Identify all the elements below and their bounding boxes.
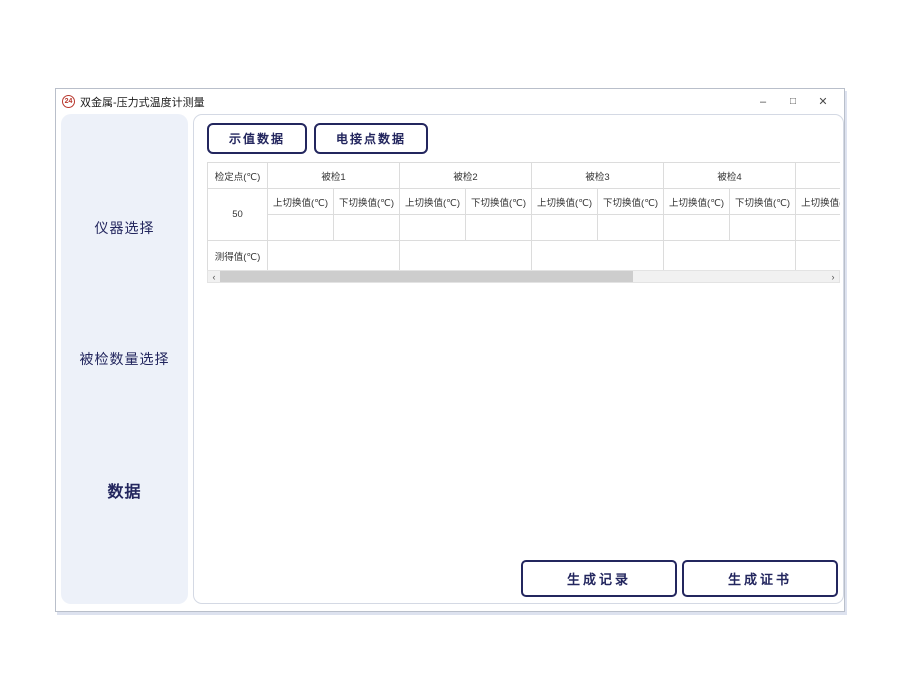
window-title: 双金属-压力式温度计测量 bbox=[80, 94, 748, 110]
row-header-measured: 测得值(℃) bbox=[208, 241, 268, 271]
measured-cell[interactable] bbox=[400, 241, 532, 271]
measured-cell[interactable] bbox=[664, 241, 796, 271]
generate-certificate-button[interactable]: 生成证书 bbox=[682, 560, 838, 597]
generate-record-button[interactable]: 生成记录 bbox=[521, 560, 677, 597]
table-row: 测得值(℃) bbox=[208, 241, 841, 271]
measured-cell[interactable] bbox=[796, 241, 840, 271]
checkpoint-value-cell: 50 bbox=[208, 189, 268, 241]
table-row: 50 上切换值(℃) 下切换值(℃) 上切换值(℃) 下切换值(℃) 上切换值(… bbox=[208, 189, 841, 215]
data-cell[interactable] bbox=[730, 215, 796, 241]
data-cell[interactable] bbox=[664, 215, 730, 241]
title-bar[interactable]: 24 双金属-压力式温度计测量 – □ ✕ bbox=[56, 89, 844, 114]
window-controls: – □ ✕ bbox=[748, 91, 838, 112]
app-icon: 24 bbox=[62, 95, 75, 108]
horizontal-scrollbar[interactable]: ‹ › bbox=[207, 270, 840, 283]
subheader-up-switch: 上切换值(℃) bbox=[796, 189, 840, 215]
subheader-up-switch: 上切换值(℃) bbox=[400, 189, 466, 215]
column-header-checkpoint: 检定点(℃) bbox=[208, 163, 268, 189]
group-header-device4: 被检4 bbox=[664, 163, 796, 189]
measured-cell[interactable] bbox=[268, 241, 400, 271]
data-cell-selected[interactable] bbox=[598, 215, 664, 241]
subheader-down-switch: 下切换值(℃) bbox=[598, 189, 664, 215]
subheader-down-switch: 下切换值(℃) bbox=[466, 189, 532, 215]
group-header-device3: 被检3 bbox=[532, 163, 664, 189]
data-cell[interactable] bbox=[400, 215, 466, 241]
minimize-icon[interactable]: – bbox=[748, 91, 778, 112]
data-cell[interactable] bbox=[532, 215, 598, 241]
sidebar-item-data[interactable]: 数据 bbox=[61, 478, 188, 502]
close-icon[interactable]: ✕ bbox=[808, 91, 838, 112]
table-row: 检定点(℃) 被检1 被检2 被检3 被检4 被检5 bbox=[208, 163, 841, 189]
data-cell[interactable] bbox=[796, 215, 840, 241]
sidebar-item-quantity-select[interactable]: 被检数量选择 bbox=[61, 349, 188, 369]
subheader-down-switch: 下切换值(℃) bbox=[730, 189, 796, 215]
measured-cell[interactable] bbox=[532, 241, 664, 271]
app-window: 24 双金属-压力式温度计测量 – □ ✕ 仪器选择 被检数量选择 数据 示值数… bbox=[55, 88, 845, 612]
main-panel: 示值数据 电接点数据 检定点(℃) 被检1 被检2 被检3 bbox=[193, 114, 844, 604]
table-row bbox=[208, 215, 841, 241]
data-table-container: 检定点(℃) 被检1 被检2 被检3 被检4 被检5 50 上切换值(℃) 下切… bbox=[207, 162, 840, 270]
maximize-icon[interactable]: □ bbox=[778, 91, 808, 112]
data-cell[interactable] bbox=[334, 215, 400, 241]
sidebar: 仪器选择 被检数量选择 数据 bbox=[61, 114, 188, 604]
action-buttons: 生成记录 生成证书 bbox=[521, 560, 838, 597]
subheader-up-switch: 上切换值(℃) bbox=[532, 189, 598, 215]
scrollbar-thumb[interactable] bbox=[220, 271, 633, 282]
subheader-up-switch: 上切换值(℃) bbox=[664, 189, 730, 215]
tab-bar: 示值数据 电接点数据 bbox=[207, 123, 428, 154]
data-cell[interactable] bbox=[466, 215, 532, 241]
subheader-down-switch: 下切换值(℃) bbox=[334, 189, 400, 215]
sidebar-item-instrument-select[interactable]: 仪器选择 bbox=[61, 218, 188, 238]
group-header-device1: 被检1 bbox=[268, 163, 400, 189]
data-cell[interactable] bbox=[268, 215, 334, 241]
tab-indication-data[interactable]: 示值数据 bbox=[207, 123, 307, 154]
tab-electric-contact-data[interactable]: 电接点数据 bbox=[314, 123, 428, 154]
group-header-device5: 被检5 bbox=[796, 163, 840, 189]
group-header-device2: 被检2 bbox=[400, 163, 532, 189]
subheader-up-switch: 上切换值(℃) bbox=[268, 189, 334, 215]
scrollbar-track[interactable] bbox=[220, 271, 827, 282]
scroll-right-icon[interactable]: › bbox=[827, 271, 839, 282]
data-table: 检定点(℃) 被检1 被检2 被检3 被检4 被检5 50 上切换值(℃) 下切… bbox=[207, 162, 840, 270]
scroll-left-icon[interactable]: ‹ bbox=[208, 271, 220, 282]
